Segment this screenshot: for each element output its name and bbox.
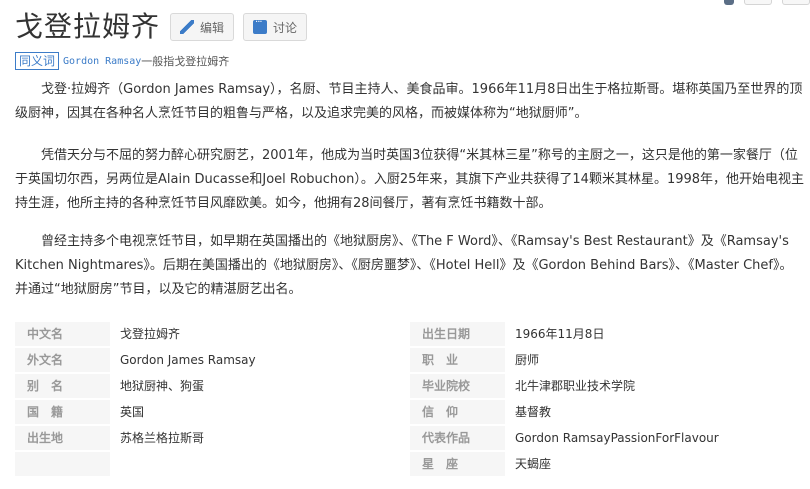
discuss-button[interactable]: 讨论 — [243, 13, 308, 41]
info-key: 中文名 — [15, 322, 110, 346]
info-value[interactable]: 苏格兰格拉斯哥 — [110, 426, 410, 450]
info-row: 国 籍 英国 信 仰 基督教 — [15, 399, 805, 425]
top-toolbar-fragment — [724, 0, 810, 5]
info-value: 1966年11月8日 — [515, 327, 605, 341]
discuss-button-label: 讨论 — [273, 20, 298, 35]
edit-button-label: 编辑 — [200, 20, 225, 35]
info-key: 职 业 — [410, 348, 505, 372]
info-value[interactable]: 英国 — [110, 400, 410, 424]
info-value: 地狱厨神、狗蛋 — [120, 379, 205, 393]
info-value[interactable]: 厨师 — [505, 348, 539, 372]
synonym-tag[interactable]: 同义词 — [15, 52, 60, 70]
info-cell: 出生地 苏格兰格拉斯哥 — [15, 425, 410, 451]
info-key: 出生日期 — [410, 322, 505, 346]
info-key-empty — [15, 452, 110, 476]
info-row: 别 名 地狱厨神、狗蛋 毕业院校 北牛津郡职业技术学院 — [15, 373, 805, 399]
info-key: 国 籍 — [15, 400, 110, 424]
info-value: 戈登拉姆齐 — [120, 327, 181, 341]
info-cell-empty — [15, 451, 410, 477]
info-key: 毕业院校 — [410, 374, 505, 398]
page-title: 戈登拉姆齐 — [15, 10, 161, 43]
info-cell: 出生日期 1966年11月8日 — [410, 321, 805, 347]
toolbar-fragment-2[interactable] — [744, 0, 772, 5]
info-row: 星 座 天蝎座 — [15, 451, 805, 477]
info-value: Gordon RamsayPassionForFlavour — [515, 431, 719, 445]
info-key: 出生地 — [15, 426, 110, 450]
intro-paragraph-3: 曾经主持多个电视烹饪节目，如早期在英国播出的《地狱厨房》、《The F Word… — [15, 234, 793, 297]
synonym-link[interactable]: Gordon Ramsay — [63, 56, 141, 67]
info-cell: 中文名 戈登拉姆齐 — [15, 321, 410, 347]
info-value[interactable]: 北牛津郡职业技术学院 — [505, 374, 635, 398]
info-row: 外文名 Gordon James Ramsay 职 业 厨师 — [15, 347, 805, 373]
info-cell: 代表作品 Gordon RamsayPassionForFlavour — [410, 425, 805, 451]
pencil-icon — [180, 20, 195, 34]
info-row: 出生地 苏格兰格拉斯哥 代表作品 Gordon RamsayPassionFor… — [15, 425, 805, 451]
info-cell: 别 名 地狱厨神、狗蛋 — [15, 373, 410, 399]
basic-info-table: 中文名 戈登拉姆齐 出生日期 1966年11月8日 外文名 Gordon Jam… — [15, 321, 805, 477]
toolbar-fragment-1[interactable] — [724, 0, 734, 5]
intro-paragraph-1: 戈登·拉姆齐（Gordon James Ramsay），名厨、节目主持人、美食品… — [15, 82, 803, 121]
info-key: 信 仰 — [410, 400, 505, 424]
info-cell: 毕业院校 北牛津郡职业技术学院 — [410, 373, 805, 399]
intro-paragraph-2: 凭借天分与不屈的努力醉心研究厨艺，2001年，他成为当时英国3位获得“米其林三星… — [15, 148, 805, 211]
synonym-text: 一般指戈登拉姆齐 — [141, 55, 230, 68]
chat-icon — [253, 17, 268, 34]
info-cell: 外文名 Gordon James Ramsay — [15, 347, 410, 373]
info-value[interactable]: 天蝎座 — [505, 452, 551, 476]
info-cell: 国 籍 英国 — [15, 399, 410, 425]
info-value[interactable]: 基督教 — [505, 400, 551, 424]
title-row: 戈登拉姆齐 编辑 讨论 — [15, 8, 308, 46]
info-key: 星 座 — [410, 452, 505, 476]
info-row: 中文名 戈登拉姆齐 出生日期 1966年11月8日 — [15, 321, 805, 347]
info-value-empty — [110, 452, 410, 476]
edit-button[interactable]: 编辑 — [170, 13, 235, 41]
info-key: 代表作品 — [410, 426, 505, 450]
info-key: 外文名 — [15, 348, 110, 372]
toolbar-fragment-3[interactable] — [782, 0, 810, 5]
info-cell: 职 业 厨师 — [410, 347, 805, 373]
synonym-row: 同义词 Gordon Ramsay 一般指戈登拉姆齐 — [15, 52, 229, 70]
info-cell: 星 座 天蝎座 — [410, 451, 805, 477]
info-value: Gordon James Ramsay — [120, 353, 256, 367]
info-key: 别 名 — [15, 374, 110, 398]
info-cell: 信 仰 基督教 — [410, 399, 805, 425]
